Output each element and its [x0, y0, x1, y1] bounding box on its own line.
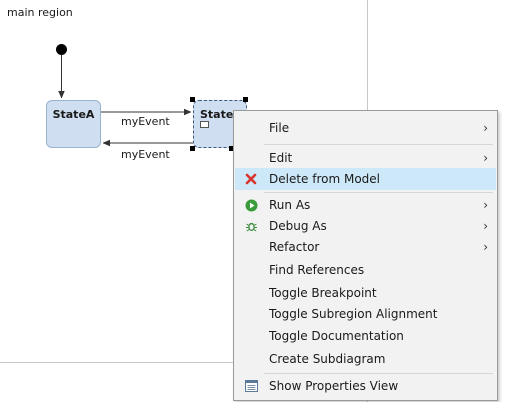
menu-item-toggle-subregion-alignment[interactable]: Toggle Subregion Alignment	[235, 303, 496, 325]
menu-item-label: Delete from Model	[269, 172, 381, 186]
submenu-arrow-icon: ›	[483, 240, 488, 254]
selection-handle[interactable]	[243, 97, 248, 102]
state-name: StateA	[52, 108, 95, 121]
menu-item-label: Find References	[269, 263, 365, 277]
context-menu: File › Edit › Delete from Model Run As ›…	[233, 110, 498, 401]
menu-item-label: Show Properties View	[269, 379, 399, 393]
menu-item-label: File	[269, 121, 290, 135]
menu-item-refactor[interactable]: Refactor ›	[235, 236, 496, 258]
menu-item-label: Edit	[269, 151, 293, 165]
properties-view-icon	[244, 379, 258, 393]
run-icon	[244, 198, 258, 212]
menu-item-label: Create Subdiagram	[269, 352, 386, 366]
state-a[interactable]: StateA	[46, 100, 101, 148]
transition-label[interactable]: myEvent	[121, 148, 170, 161]
menu-item-run-as[interactable]: Run As ›	[235, 194, 496, 216]
menu-item-create-subdiagram[interactable]: Create Subdiagram	[235, 348, 496, 370]
menu-item-delete-from-model[interactable]: Delete from Model	[235, 168, 496, 190]
menu-item-label: Toggle Documentation	[269, 329, 404, 343]
initial-state[interactable]	[56, 44, 67, 55]
delete-icon	[244, 172, 258, 186]
submenu-arrow-icon: ›	[483, 198, 488, 212]
submenu-arrow-icon: ›	[483, 151, 488, 165]
selection-handle[interactable]	[190, 146, 195, 151]
menu-item-label: Toggle Subregion Alignment	[269, 307, 438, 321]
submenu-arrow-icon: ›	[483, 219, 488, 233]
menu-item-toggle-breakpoint[interactable]: Toggle Breakpoint	[235, 282, 496, 304]
menu-item-toggle-documentation[interactable]: Toggle Documentation	[235, 325, 496, 347]
menu-item-file[interactable]: File ›	[235, 117, 496, 139]
menu-item-label: Refactor	[269, 240, 320, 254]
menu-item-label: Debug As	[269, 219, 327, 233]
submenu-arrow-icon: ›	[483, 121, 488, 135]
debug-icon	[244, 219, 258, 233]
compartment-toggle-icon[interactable]	[200, 121, 209, 128]
selection-handle[interactable]	[190, 97, 195, 102]
menu-item-edit[interactable]: Edit ›	[235, 147, 496, 169]
menu-item-find-references[interactable]: Find References	[235, 259, 496, 281]
menu-item-debug-as[interactable]: Debug As ›	[235, 215, 496, 237]
transition-label[interactable]: myEvent	[121, 115, 170, 128]
menu-item-show-properties-view[interactable]: Show Properties View	[235, 375, 496, 397]
menu-separator	[264, 144, 493, 145]
menu-separator	[264, 373, 493, 374]
menu-item-label: Run As	[269, 198, 311, 212]
menu-item-label: Toggle Breakpoint	[269, 286, 377, 300]
menu-separator	[264, 192, 493, 193]
